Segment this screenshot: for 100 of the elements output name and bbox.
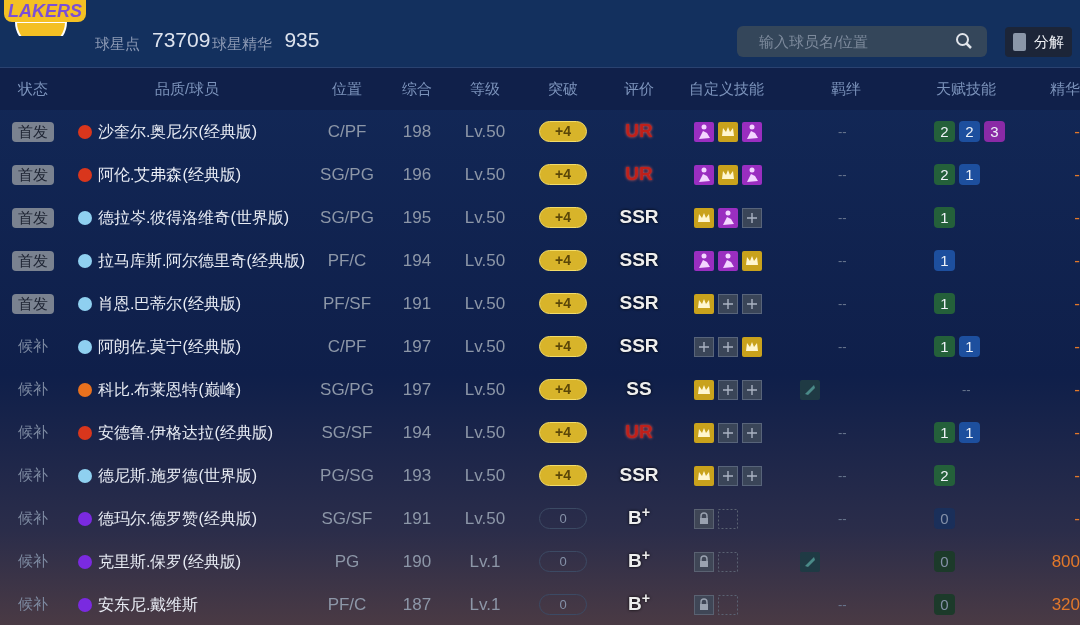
- position-text: PF/C: [327, 594, 367, 614]
- essence-text: -: [1074, 422, 1080, 442]
- talent-badge: 2: [934, 164, 955, 185]
- add-skill-icon[interactable]: [718, 465, 738, 486]
- crown-skill-icon[interactable]: [694, 379, 714, 400]
- athlete-skill-icon[interactable]: [694, 164, 714, 185]
- essence-text: -: [1074, 293, 1080, 313]
- level-text: Lv.1: [469, 551, 501, 571]
- decompose-button[interactable]: 分解: [1005, 27, 1072, 57]
- talent-badge: 1: [934, 336, 955, 357]
- status-label: 候补: [18, 551, 48, 572]
- rating-text: SSR: [619, 291, 659, 316]
- add-skill-icon[interactable]: [718, 379, 738, 400]
- rating-text: UR: [625, 119, 653, 144]
- breakthrough-badge: +4: [539, 207, 587, 228]
- search-field[interactable]: 输入球员名/位置: [737, 26, 987, 57]
- crown-skill-icon[interactable]: [694, 207, 714, 228]
- talent-text: --: [962, 380, 971, 399]
- breakthrough-badge: +4: [539, 465, 587, 486]
- overall-text: 195: [402, 207, 432, 227]
- column-header: 综合: [402, 79, 432, 97]
- level-text: Lv.50: [464, 121, 506, 141]
- player-name[interactable]: 安东尼.戴维斯: [98, 592, 199, 617]
- talent-badge: 1: [934, 250, 955, 271]
- rating-text: SSR: [619, 463, 659, 488]
- athlete-skill-icon[interactable]: [718, 250, 738, 271]
- talent-badge: 0: [934, 508, 955, 529]
- essence-text: -: [1074, 164, 1080, 184]
- overall-text: 194: [402, 250, 432, 270]
- add-skill-icon[interactable]: [718, 293, 738, 314]
- points-value: 73709: [152, 26, 211, 53]
- column-header: 精华: [1050, 79, 1080, 97]
- position-text: C/PF: [327, 121, 367, 141]
- bond-text: --: [838, 122, 847, 141]
- add-skill-icon[interactable]: [742, 422, 762, 443]
- add-skill-icon[interactable]: [718, 422, 738, 443]
- player-name[interactable]: 阿朗佐.莫宁(经典版): [98, 334, 242, 359]
- overall-text: 197: [402, 379, 432, 399]
- position-text: SG/PG: [320, 164, 374, 184]
- rating-text: UR: [625, 162, 653, 187]
- player-name[interactable]: 拉马库斯.阿尔德里奇(经典版): [98, 248, 306, 273]
- add-skill-icon[interactable]: [694, 336, 714, 357]
- crown-skill-icon[interactable]: [742, 336, 762, 357]
- crown-skill-icon[interactable]: [718, 121, 738, 142]
- player-name[interactable]: 克里斯.保罗(经典版): [98, 549, 242, 574]
- add-skill-icon[interactable]: [742, 293, 762, 314]
- level-text: Lv.50: [464, 250, 506, 270]
- player-name[interactable]: 德玛尔.德罗赞(经典版): [98, 506, 258, 531]
- crown-skill-icon[interactable]: [742, 250, 762, 271]
- essence-text: -: [1074, 336, 1080, 356]
- player-name[interactable]: 科比.布莱恩特(巅峰): [98, 377, 242, 402]
- column-header: 突破: [548, 79, 578, 97]
- bond-text: --: [838, 251, 847, 270]
- talent-badge: 1: [959, 164, 980, 185]
- level-text: Lv.50: [464, 465, 506, 485]
- breakthrough-badge: +4: [539, 379, 587, 400]
- crown-skill-icon[interactable]: [694, 465, 714, 486]
- athlete-skill-icon[interactable]: [718, 207, 738, 228]
- level-text: Lv.50: [464, 207, 506, 227]
- status-label: 首发: [12, 164, 54, 185]
- player-name[interactable]: 沙奎尔.奥尼尔(经典版): [98, 119, 258, 144]
- essence-text: -: [1074, 465, 1080, 485]
- player-name[interactable]: 安德鲁.伊格达拉(经典版): [98, 420, 274, 445]
- level-text: Lv.50: [464, 379, 506, 399]
- status-label: 候补: [18, 422, 48, 443]
- position-text: SG/PG: [320, 379, 374, 399]
- add-skill-icon[interactable]: [718, 336, 738, 357]
- rating-text: B$^{+}$: [627, 547, 651, 574]
- essence-text: -: [1074, 207, 1080, 227]
- column-header: 自定义技能: [688, 79, 764, 97]
- breakthrough-badge: +4: [539, 293, 587, 314]
- position-text: PF/SF: [322, 293, 372, 313]
- player-name[interactable]: 德拉岑.彼得洛维奇(世界版): [98, 205, 290, 230]
- player-name[interactable]: 阿伦.艾弗森(经典版): [98, 162, 242, 187]
- talent-badge: 0: [934, 551, 955, 572]
- add-skill-icon[interactable]: [742, 465, 762, 486]
- bond-text: --: [838, 466, 847, 485]
- essence-text: -: [1074, 508, 1080, 528]
- add-skill-icon[interactable]: [742, 379, 762, 400]
- athlete-skill-icon[interactable]: [694, 121, 714, 142]
- player-name[interactable]: 肖恩.巴蒂尔(经典版): [98, 291, 242, 316]
- add-skill-icon[interactable]: [742, 207, 762, 228]
- crown-skill-icon[interactable]: [694, 293, 714, 314]
- status-label: 候补: [18, 594, 48, 615]
- search-icon[interactable]: [955, 32, 973, 50]
- status-label: 首发: [12, 207, 54, 228]
- crown-skill-icon[interactable]: [718, 164, 738, 185]
- essence-text: -: [1074, 121, 1080, 141]
- position-text: SG/SF: [321, 422, 373, 442]
- column-header: 状态: [18, 79, 48, 97]
- athlete-skill-icon[interactable]: [742, 164, 762, 185]
- player-name[interactable]: 德尼斯.施罗德(世界版): [98, 463, 258, 488]
- column-header: 品质/球员: [154, 79, 220, 97]
- athlete-skill-icon[interactable]: [742, 121, 762, 142]
- talent-badge: 2: [959, 121, 980, 142]
- crown-skill-icon[interactable]: [694, 422, 714, 443]
- overall-text: 197: [402, 336, 432, 356]
- overall-text: 196: [402, 164, 432, 184]
- talent-badge: 2: [934, 121, 955, 142]
- athlete-skill-icon[interactable]: [694, 250, 714, 271]
